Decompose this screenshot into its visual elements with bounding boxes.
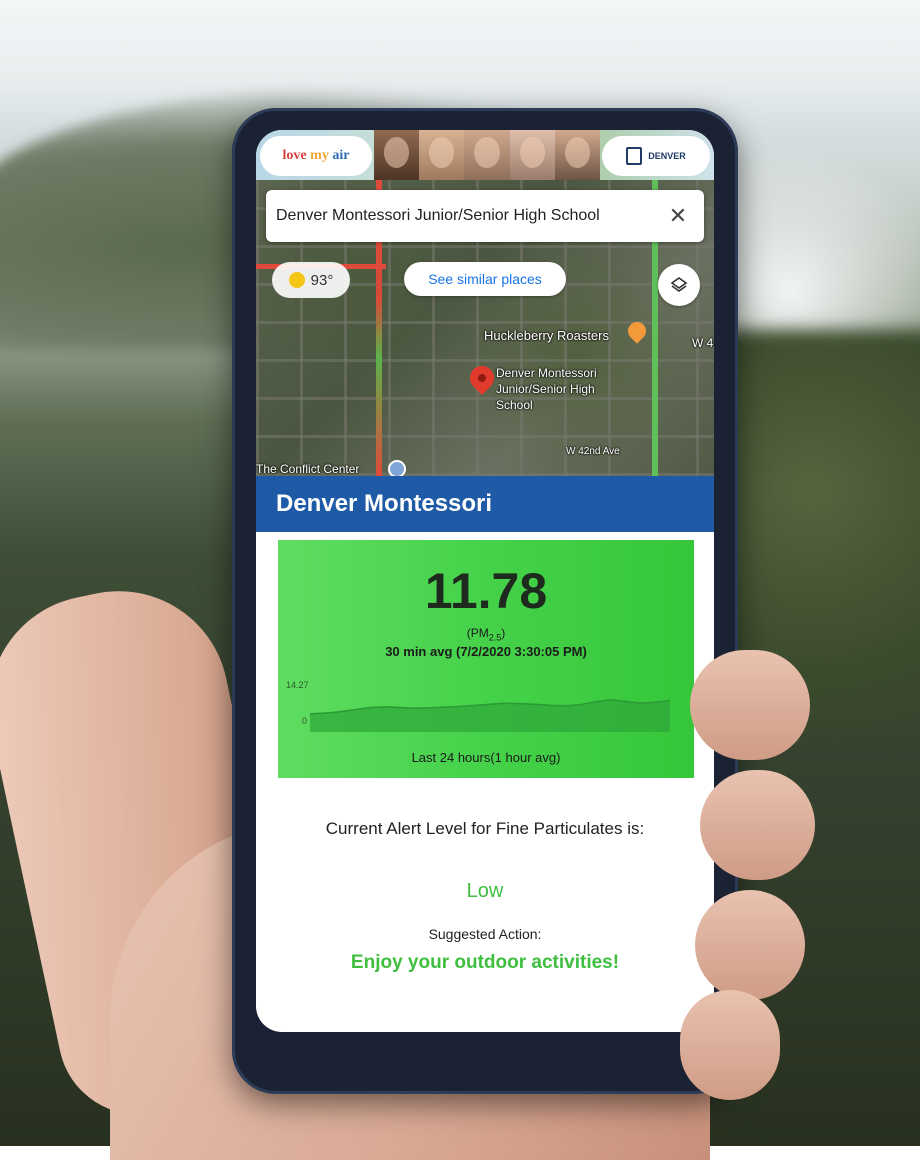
banner-face [419,130,465,180]
banner-face [464,130,510,180]
hand-finger [680,990,780,1100]
denver-logo-mark-icon [626,147,643,165]
layers-icon [670,277,688,292]
layers-button[interactable] [658,264,700,306]
denver-logo-text: DENVER [648,151,686,161]
map-label-school-1: Denver Montessori [496,366,597,380]
hand-finger [695,890,805,1000]
sparkline-chart [310,699,670,732]
map-label-school-3: School [496,398,533,412]
sun-icon [288,272,305,288]
temperature-label: 93° [310,271,334,289]
logo-word-air: air [332,148,350,163]
alert-level-text: Current Alert Level for Fine Particulate… [325,819,645,838]
love-my-air-logo: love my air [260,136,372,176]
search-input[interactable]: Denver Montessori Junior/Senior High Sch… [276,207,662,225]
denver-schools-logo: DENVER [602,136,710,176]
map-label-street: W 42nd Ave [566,446,620,457]
hand-finger [690,650,810,760]
sparkline-caption: Last 24 hours(1 hour avg) [411,750,561,765]
hand-finger [700,770,815,880]
search-bar[interactable]: Denver Montessori Junior/Senior High Sch… [266,190,704,242]
avg-label: 30 min avg (7/2/2020 3:30:05 PM) [385,644,587,659]
alert-level-value: Low [466,880,504,902]
app-banner: love my air DENVER [256,130,714,180]
pm25-value: 11.78 [424,563,548,619]
phone-screen: love my air DENVER Denver Montessori Jun… [256,130,714,1032]
logo-word-my: my [310,148,329,163]
map-label-school-2: Junior/Senior High [496,382,595,396]
logo-word-love: love [282,148,307,163]
map-label-poi[interactable]: Huckleberry Roasters [484,328,609,343]
suggested-action-text: Enjoy your outdoor activities! [350,952,620,973]
sparkline-max-label: 14.27 [286,680,309,690]
suggested-action-label: Suggested Action: [428,926,542,942]
banner-face [509,130,555,180]
banner-face [554,130,601,180]
banner-photo-strip [374,130,601,180]
map-label-conflict-center: The Conflict Center [256,462,360,476]
map-label-edge: W 4 [692,336,714,350]
banner-face [374,130,420,180]
station-title: Denver Montessori [256,476,714,532]
see-similar-places-button[interactable]: See similar places [404,262,566,296]
air-quality-card: 11.78 (PM2.5) 30 min avg (7/2/2020 3:30:… [278,540,694,778]
pm25-unit: (PM2.5) [466,626,506,643]
close-icon[interactable]: ✕ [662,203,694,229]
weather-chip[interactable]: 93° [272,262,350,298]
sparkline-min-label: 0 [302,716,308,726]
